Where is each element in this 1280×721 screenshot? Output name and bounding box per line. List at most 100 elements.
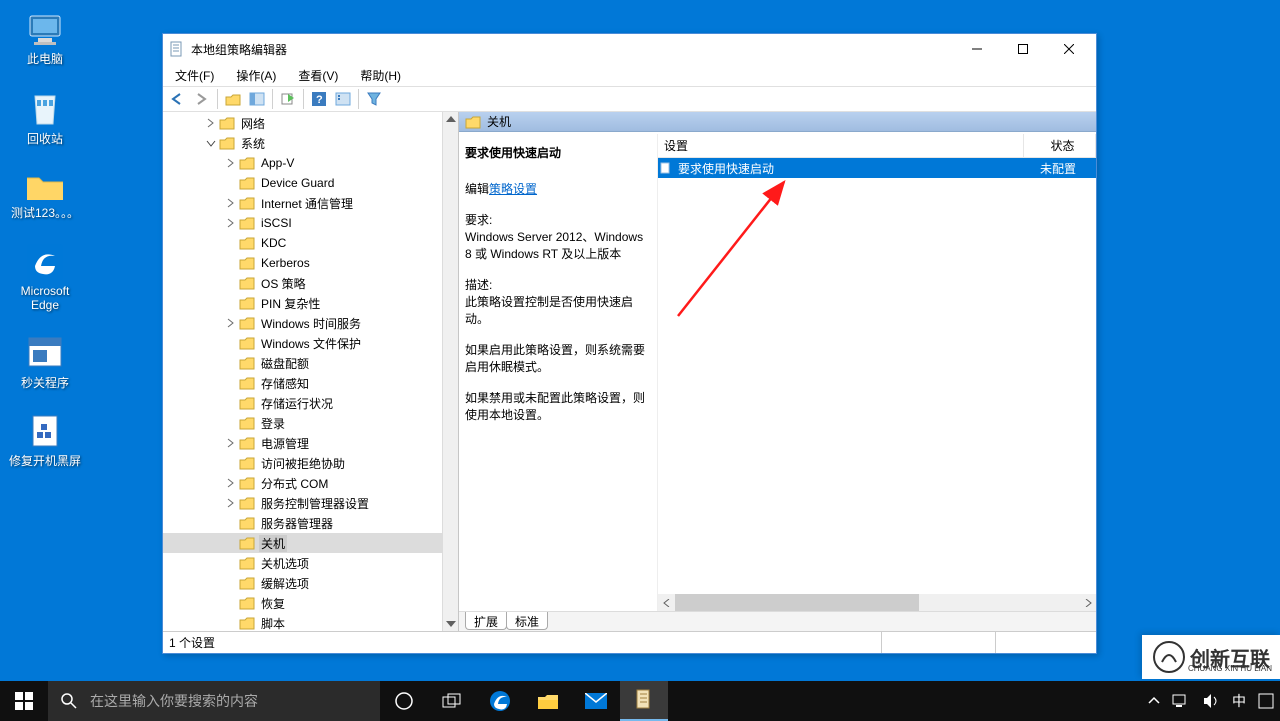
menu-file[interactable]: 文件(F) (171, 65, 218, 86)
tree-scrollbar[interactable] (442, 112, 458, 631)
expand-icon[interactable] (225, 157, 237, 169)
tree-item[interactable]: 系统 (163, 133, 442, 153)
tree-item[interactable]: iSCSI (163, 213, 442, 233)
close-button[interactable] (1046, 34, 1092, 64)
menu-action[interactable]: 操作(A) (232, 65, 280, 86)
expand-icon[interactable] (225, 457, 237, 469)
tree-item[interactable]: 存储运行状况 (163, 393, 442, 413)
task-cortana[interactable] (380, 681, 428, 721)
tree-item[interactable]: App-V (163, 153, 442, 173)
forward-button[interactable] (191, 88, 213, 110)
tree-item[interactable]: Kerberos (163, 253, 442, 273)
tray-ime[interactable]: 中 (1232, 691, 1246, 711)
col-setting[interactable]: 设置 (658, 134, 1024, 157)
export-button[interactable] (277, 88, 299, 110)
scroll-right-button[interactable] (1079, 594, 1096, 611)
expand-icon[interactable] (225, 557, 237, 569)
expand-icon[interactable] (205, 117, 217, 129)
expand-icon[interactable] (225, 277, 237, 289)
desktop-icon-shutdown-app[interactable]: 秒关程序 (8, 336, 82, 390)
menu-help[interactable]: 帮助(H) (356, 65, 405, 86)
expand-icon[interactable] (225, 417, 237, 429)
maximize-button[interactable] (1000, 34, 1046, 64)
tree-item[interactable]: Device Guard (163, 173, 442, 193)
tree-item[interactable]: 脚本 (163, 613, 442, 631)
expand-icon[interactable] (225, 257, 237, 269)
expand-icon[interactable] (225, 477, 237, 489)
filter-button[interactable] (363, 88, 385, 110)
expand-icon[interactable] (225, 317, 237, 329)
tab-standard[interactable]: 标准 (506, 612, 548, 630)
col-state[interactable]: 状态 (1024, 134, 1096, 157)
horizontal-scrollbar[interactable] (658, 594, 1096, 611)
tray-network-icon[interactable] (1172, 693, 1190, 709)
tray-chevron-icon[interactable] (1148, 695, 1160, 707)
start-button[interactable] (0, 681, 48, 721)
tree-item[interactable]: 服务器管理器 (163, 513, 442, 533)
edit-policy-link[interactable]: 策略设置 (489, 182, 537, 196)
tree-item[interactable]: 关机选项 (163, 553, 442, 573)
expand-icon[interactable] (225, 237, 237, 249)
tree-item[interactable]: Windows 文件保护 (163, 333, 442, 353)
tree-item[interactable]: Internet 通信管理 (163, 193, 442, 213)
tree-item[interactable]: OS 策略 (163, 273, 442, 293)
tray-volume-icon[interactable] (1202, 693, 1220, 709)
search-box[interactable]: 在这里输入你要搜索的内容 (48, 681, 380, 721)
tree-item[interactable]: 访问被拒绝协助 (163, 453, 442, 473)
expand-icon[interactable] (225, 497, 237, 509)
tree-item[interactable]: PIN 复杂性 (163, 293, 442, 313)
expand-icon[interactable] (225, 537, 237, 549)
policy-row[interactable]: 要求使用快速启动 未配置 (658, 158, 1096, 178)
tree-item[interactable]: 网络 (163, 113, 442, 133)
tree[interactable]: 网络系统App-VDevice GuardInternet 通信管理iSCSIK… (163, 112, 442, 631)
tree-item[interactable]: 存储感知 (163, 373, 442, 393)
tree-item[interactable]: 电源管理 (163, 433, 442, 453)
task-explorer[interactable] (524, 681, 572, 721)
tree-item[interactable]: 关机 (163, 533, 442, 553)
minimize-button[interactable] (954, 34, 1000, 64)
scroll-left-button[interactable] (658, 594, 675, 611)
expand-icon[interactable] (225, 577, 237, 589)
expand-icon[interactable] (225, 197, 237, 209)
expand-icon[interactable] (225, 217, 237, 229)
expand-icon[interactable] (225, 177, 237, 189)
desktop-icon-recycle-bin[interactable]: 回收站 (8, 90, 82, 146)
desktop-icon-this-pc[interactable]: 此电脑 (8, 14, 82, 66)
tree-item[interactable]: Windows 时间服务 (163, 313, 442, 333)
scroll-thumb[interactable] (675, 594, 919, 611)
show-hide-tree-button[interactable] (246, 88, 268, 110)
tree-item[interactable]: KDC (163, 233, 442, 253)
desktop-icon-fix-boot[interactable]: 修复开机黑屏 (8, 414, 82, 468)
tree-item[interactable]: 磁盘配额 (163, 353, 442, 373)
desktop-icon-test-folder[interactable]: 测试123。。。 (8, 170, 82, 220)
expand-icon[interactable] (225, 357, 237, 369)
expand-icon[interactable] (225, 437, 237, 449)
desktop-icon-edge[interactable]: Microsoft Edge (8, 244, 82, 312)
tree-item[interactable]: 缓解选项 (163, 573, 442, 593)
menu-view[interactable]: 查看(V) (294, 65, 342, 86)
expand-icon[interactable] (205, 137, 217, 149)
up-folder-button[interactable] (222, 88, 244, 110)
expand-icon[interactable] (225, 397, 237, 409)
tree-item[interactable]: 登录 (163, 413, 442, 433)
expand-icon[interactable] (225, 597, 237, 609)
expand-icon[interactable] (225, 517, 237, 529)
expand-icon[interactable] (225, 617, 237, 629)
tree-item[interactable]: 分布式 COM (163, 473, 442, 493)
back-button[interactable] (167, 88, 189, 110)
desc-label: 描述: (465, 278, 492, 292)
task-gpedit[interactable] (620, 681, 668, 721)
tray-more-icon[interactable] (1258, 693, 1274, 709)
tab-extended[interactable]: 扩展 (465, 612, 507, 630)
expand-icon[interactable] (225, 297, 237, 309)
titlebar[interactable]: 本地组策略编辑器 (163, 34, 1096, 64)
expand-icon[interactable] (225, 377, 237, 389)
properties-button[interactable] (332, 88, 354, 110)
tree-item[interactable]: 服务控制管理器设置 (163, 493, 442, 513)
task-view[interactable] (428, 681, 476, 721)
help-button[interactable]: ? (308, 88, 330, 110)
tree-item[interactable]: 恢复 (163, 593, 442, 613)
expand-icon[interactable] (225, 337, 237, 349)
task-mail[interactable] (572, 681, 620, 721)
task-edge[interactable] (476, 681, 524, 721)
